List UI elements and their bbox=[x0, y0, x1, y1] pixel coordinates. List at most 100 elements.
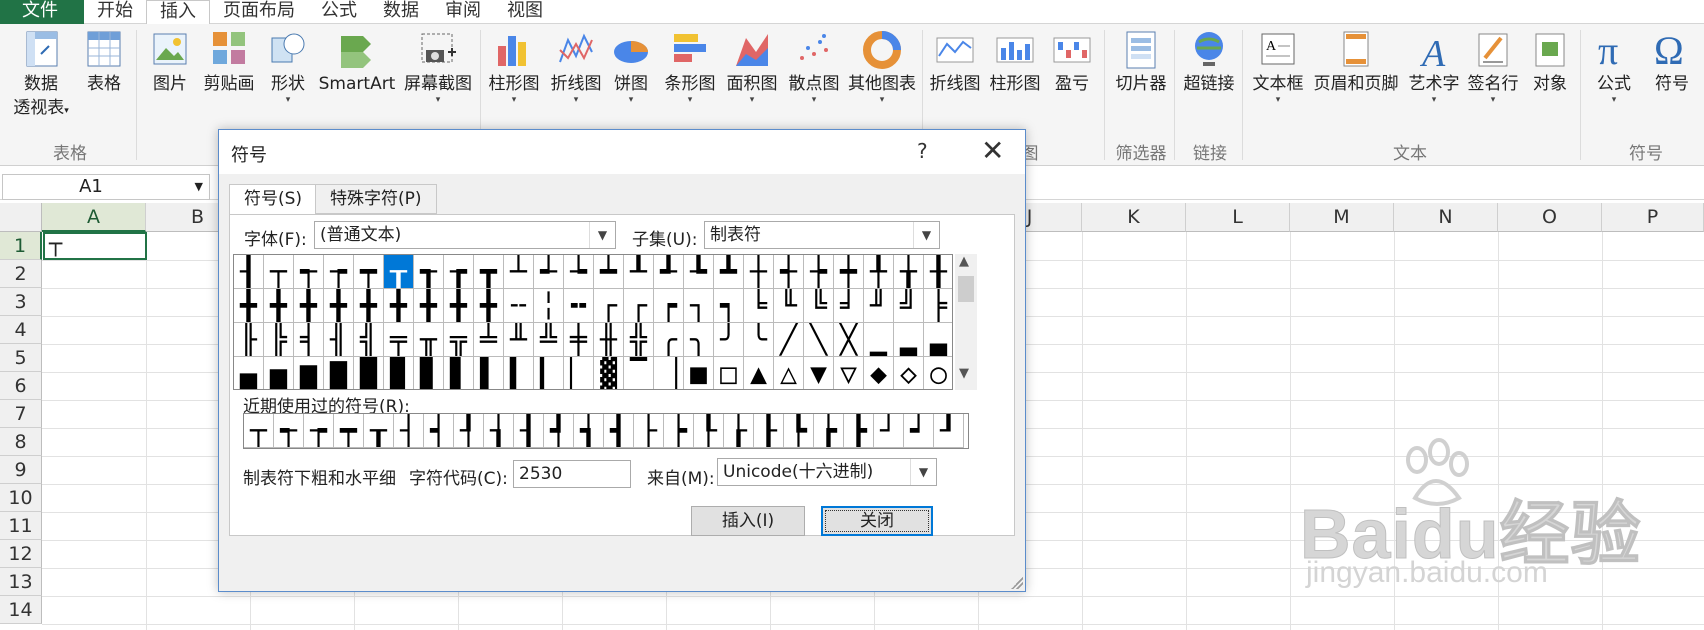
symbol-cell[interactable]: ▕ bbox=[654, 357, 684, 389]
symbol-cell[interactable]: △ bbox=[774, 357, 804, 389]
symbol-cell[interactable]: ◆ bbox=[864, 357, 894, 389]
symbol-cell[interactable]: ╛ bbox=[834, 289, 864, 323]
symbol-grid[interactable]: ┨ ┬ ┭ ┮ ┯ ┰ ┱ ┲ ┳ ┴ ┵ ┶ ┷ ┸ ┹ ┺ ┻ ┼ ┽ ┾ ┿ ╀ ╁ ╂ ╋ ╋ ╋ ╋ ╋ ╋ ╋ ╋ ╋ ╌ ╎ ╍ ┌ ┌ ┍ ┐… bbox=[233, 254, 953, 390]
recent-symbol-cell[interactable]: ┟ bbox=[724, 414, 754, 448]
row-header-8[interactable]: 8 bbox=[0, 428, 42, 456]
recent-symbol-cell[interactable]: ┣ bbox=[844, 414, 874, 448]
symbol-grid-scrollbar[interactable]: ▲ ▼ bbox=[955, 254, 977, 390]
symbol-cell[interactable]: ▼ bbox=[804, 357, 834, 389]
pivot-table-button[interactable]: 数据 透视表▾ bbox=[4, 28, 78, 123]
symbol-cell[interactable]: ┻ bbox=[714, 255, 744, 289]
symbol-cell[interactable]: ╜ bbox=[864, 289, 894, 323]
recent-symbol-cell[interactable]: ┤ bbox=[394, 414, 424, 448]
row-header-9[interactable]: 9 bbox=[0, 456, 42, 484]
recent-symbol-cell[interactable]: ┧ bbox=[484, 414, 514, 448]
shapes-button[interactable]: 形状 ▾ bbox=[264, 28, 312, 105]
recent-symbol-cell[interactable]: ┦ bbox=[454, 414, 484, 448]
column-header-n[interactable]: N bbox=[1394, 203, 1498, 232]
symbol-cell[interactable]: ╰ bbox=[744, 323, 774, 357]
symbol-cell[interactable]: ╝ bbox=[894, 289, 924, 323]
symbol-cell[interactable]: ┼ bbox=[744, 255, 774, 289]
symbol-cell[interactable]: ┺ bbox=[684, 255, 714, 289]
recent-symbol-cell[interactable]: ┚ bbox=[934, 414, 964, 448]
symbol-cell[interactable]: ┨ bbox=[234, 255, 264, 289]
symbol-cell[interactable]: ┲ bbox=[444, 255, 474, 289]
symbol-cell[interactable]: ╦ bbox=[444, 323, 474, 357]
clipart-button[interactable]: 剪贴画 bbox=[198, 28, 260, 96]
symbol-cell[interactable]: ╩ bbox=[534, 323, 564, 357]
symbol-cell[interactable]: ▓ bbox=[594, 357, 624, 389]
symbol-cell[interactable]: ╲ bbox=[804, 323, 834, 357]
symbol-cell[interactable]: ╀ bbox=[864, 255, 894, 289]
symbol-cell[interactable]: ╣ bbox=[354, 323, 384, 357]
symbol-cell[interactable]: ╋ bbox=[234, 289, 264, 323]
scroll-down-icon[interactable]: ▼ bbox=[959, 366, 969, 381]
recent-symbol-cell[interactable]: ├ bbox=[634, 414, 664, 448]
select-all-corner[interactable] bbox=[0, 203, 42, 232]
recent-symbol-cell[interactable]: ┡ bbox=[784, 414, 814, 448]
tab-symbols[interactable]: 符号(S) bbox=[229, 184, 318, 215]
symbol-cell[interactable]: ▋ bbox=[444, 357, 474, 389]
dialog-titlebar[interactable]: 符号 ? ✕ bbox=[219, 130, 1025, 174]
symbol-cell[interactable]: ╚ bbox=[804, 289, 834, 323]
tab-special-characters[interactable]: 特殊字符(P) bbox=[315, 184, 437, 214]
symbol-cell[interactable]: ╂ bbox=[924, 255, 952, 289]
symbol-cell[interactable]: ┑ bbox=[714, 289, 744, 323]
recent-symbol-cell[interactable]: ┥ bbox=[424, 414, 454, 448]
symbol-cell[interactable]: ╋ bbox=[354, 289, 384, 323]
symbol-cell[interactable]: ┸ bbox=[624, 255, 654, 289]
smartart-button[interactable]: SmartArt bbox=[316, 28, 398, 96]
symbol-cell[interactable]: ┍ bbox=[654, 289, 684, 323]
column-header-o[interactable]: O bbox=[1498, 203, 1602, 232]
bar-chart-button[interactable]: 条形图 ▾ bbox=[660, 28, 720, 105]
recent-symbol-cell[interactable]: ┭ bbox=[274, 414, 304, 448]
symbol-cell[interactable]: ╘ bbox=[744, 289, 774, 323]
column-header-k[interactable]: K bbox=[1082, 203, 1186, 232]
picture-button[interactable]: 图片 bbox=[146, 28, 194, 96]
symbol-cell[interactable]: ╟ bbox=[234, 323, 264, 357]
symbol-cell[interactable]: □ bbox=[714, 357, 744, 389]
recent-symbol-cell[interactable]: ┙ bbox=[904, 414, 934, 448]
wordart-button[interactable]: A 艺术字 ▾ bbox=[1404, 28, 1464, 105]
recent-symbol-cell[interactable]: ┫ bbox=[604, 414, 634, 448]
line-chart-button[interactable]: 折线图 ▾ bbox=[546, 28, 606, 105]
tab-formulas[interactable]: 公式 bbox=[308, 0, 370, 24]
symbol-cell[interactable]: ▲ bbox=[744, 357, 774, 389]
symbol-cell[interactable]: ┴ bbox=[504, 255, 534, 289]
symbol-cell[interactable]: ╭ bbox=[654, 323, 684, 357]
recent-symbol-cell[interactable]: ┰ bbox=[364, 414, 394, 448]
pie-chart-button[interactable]: 饼图 ▾ bbox=[608, 28, 654, 105]
header-footer-button[interactable]: 页眉和页脚 bbox=[1308, 28, 1404, 96]
symbol-button[interactable]: Ω 符号 bbox=[1644, 28, 1700, 96]
font-select[interactable]: (普通文本) ▼ bbox=[314, 221, 616, 249]
scatter-chart-button[interactable]: 散点图 ▾ bbox=[784, 28, 844, 105]
symbol-cell[interactable]: ╫ bbox=[594, 323, 624, 357]
tab-file[interactable]: 文件 bbox=[0, 0, 84, 24]
symbol-cell[interactable]: ▂ bbox=[894, 323, 924, 357]
symbol-cell[interactable]: ╯ bbox=[714, 323, 744, 357]
scroll-up-icon[interactable]: ▲ bbox=[959, 254, 969, 269]
row-header-6[interactable]: 6 bbox=[0, 372, 42, 400]
chevron-down-icon[interactable]: ▼ bbox=[195, 175, 203, 199]
screenshot-button[interactable]: 屏幕截图 ▾ bbox=[400, 28, 476, 105]
row-header-11[interactable]: 11 bbox=[0, 512, 42, 540]
recent-symbols-grid[interactable]: ┬ ┭ ┮ ┯ ┰ ┤ ┥ ┦ ┧ ┨ ┩ ┪ ┫ ├ ┝ ┞ ┟ ┠ ┡ ┢ ┣ ┘ ┙ ┚ bbox=[243, 413, 969, 449]
tab-data[interactable]: 数据 bbox=[370, 0, 432, 24]
object-button[interactable]: 对象 bbox=[1526, 28, 1574, 96]
symbol-cell[interactable]: ▍ bbox=[504, 357, 534, 389]
symbol-cell[interactable]: ▇ bbox=[324, 357, 354, 389]
symbol-cell[interactable]: ╪ bbox=[564, 323, 594, 357]
symbol-cell[interactable]: ┷ bbox=[594, 255, 624, 289]
symbol-cell[interactable]: ┳ bbox=[474, 255, 504, 289]
symbol-cell[interactable]: ▌ bbox=[474, 357, 504, 389]
symbol-cell[interactable]: ╡ bbox=[294, 323, 324, 357]
other-chart-button[interactable]: 其他图表 ▾ bbox=[846, 28, 918, 105]
tab-page-layout[interactable]: 页面布局 bbox=[210, 0, 308, 24]
close-icon[interactable]: ✕ bbox=[981, 134, 1004, 167]
slicer-button[interactable]: 切片器 bbox=[1110, 28, 1172, 96]
tab-view[interactable]: 视图 bbox=[494, 0, 556, 24]
row-header-13[interactable]: 13 bbox=[0, 568, 42, 596]
row-header-4[interactable]: 4 bbox=[0, 316, 42, 344]
recent-symbol-cell[interactable]: ┢ bbox=[814, 414, 844, 448]
symbol-cell[interactable]: ┰ bbox=[384, 255, 414, 289]
